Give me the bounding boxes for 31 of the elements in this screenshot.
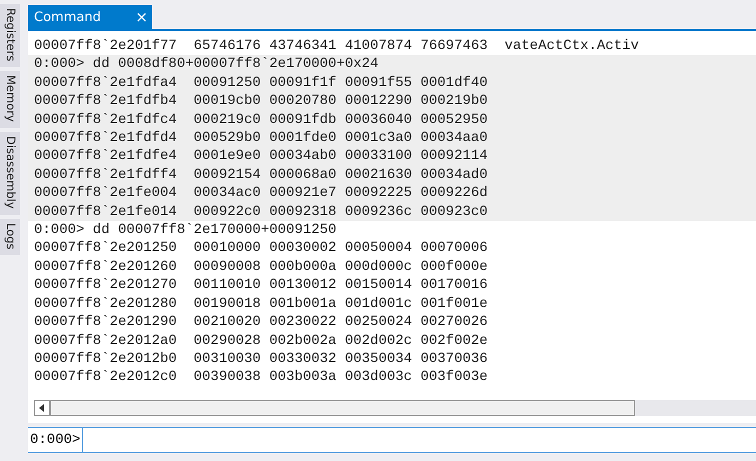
output-line: 00007ff8`2e2012b0 00310030 00330032 00350034 00370036 [34,350,489,368]
output-line: 00007ff8`2e201f77 65746176 43746341 41007874 76697463 vateActCtx.Activ [34,37,640,56]
output-line: 00007ff8`2e1fdff4 00092154 000068a0 00021630 00034ad0 [34,166,489,184]
side-tab[interactable]: Logs [0,218,20,256]
command-tab[interactable]: Command × [28,5,152,29]
scrollbar-thumb[interactable] [50,400,635,416]
side-tab[interactable]: Memory [0,71,20,128]
output-line: 00007ff8`2e201280 00190018 001b001a 001d001c 001f001e [34,294,489,314]
scroll-left-icon[interactable] [34,400,50,416]
output-line: 0:000> dd 0008df80+00007ff8`2e170000+0x24 [34,55,380,74]
close-icon[interactable]: × [135,8,148,26]
output-line: 00007ff8`2e201260 00090008 000b000a 000d000c 000f000e [34,258,489,276]
horizontal-scrollbar[interactable] [34,400,756,416]
output-line: 00007ff8`2e1fdfa4 00091250 00091f1f 00091f55 0001df40 [34,74,489,92]
output-line: 00007ff8`2e1fdfb4 00019cb0 00020780 00012290 000219b0 [34,92,489,111]
output-line: 00007ff8`2e1fe004 00034ac0 000921e7 00092225 0009226d [34,184,489,203]
output-line: 00007ff8`2e1fe014 000922c0 00092318 0009236c 000923c0 [34,202,489,222]
side-tab[interactable]: Registers [0,4,20,68]
tab-label: Command [34,10,101,24]
output-line: 00007ff8`2e1fdfe4 0001e9e0 00034ab0 00033100 00092114 [34,147,489,166]
output-line: 00007ff8`2e201290 00210020 00230022 00250024 00270026 [34,313,489,332]
output-line: 00007ff8`2e2012c0 00390038 003b003a 003d003c 003f003e [34,368,489,387]
output-line: 0:000> dd 00007ff8`2e170000+00091250 [34,221,338,240]
command-input[interactable]: 0:000> [28,427,756,453]
command-prompt: 0:000> [28,428,84,452]
side-tab[interactable]: Disassembly [0,132,20,215]
output-line: 00007ff8`2e2012a0 00290028 002b002a 002d002c 002f002e [34,332,489,350]
output-line: 00007ff8`2e1fdfc4 000219c0 00091fdb 00036040 00052950 [34,110,489,130]
output-line: 00007ff8`2e201250 00010000 00030002 00050004 00070006 [34,239,489,258]
output-line: 00007ff8`2e1fdfd4 000529b0 0001fde0 0001c3a0 00034aa0 [34,129,489,148]
output-line: 00007ff8`2e201270 00110010 00130012 00150014 00170016 [34,276,489,295]
